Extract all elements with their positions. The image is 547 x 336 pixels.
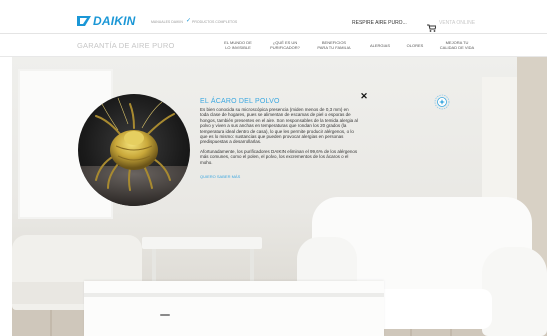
popup-body: Es bien conocida su microscópica presenc… <box>200 107 358 145</box>
top-bar: DAIKIN MANUALES DAIKIN ✓ PRODUCTOS COMPL… <box>0 0 547 34</box>
close-icon[interactable]: ✕ <box>360 92 368 101</box>
popup-title: EL ÁCARO DEL POLVO <box>200 98 280 105</box>
daikin-logo[interactable]: DAIKIN <box>77 15 136 27</box>
daikin-logo-mark-icon <box>77 16 91 26</box>
online-shop-link[interactable]: VENTA ONLINE <box>439 20 475 26</box>
products-link[interactable]: PRODUCTOS COMPLETOS <box>192 20 237 24</box>
nav-item-quality-of-life[interactable]: MEJORA TU CALIDAD DE VIDA <box>434 40 480 50</box>
learn-more-link[interactable]: QUIERO SABER MÁS <box>200 174 240 179</box>
breathe-link[interactable]: RESPIRE AIRE PURO... <box>352 20 407 26</box>
scene-table-leg <box>152 249 156 285</box>
main-nav: GARANTÍA DE AIRE PURO EL MUNDO DE LO INV… <box>0 34 547 57</box>
logo-text: DAIKIN <box>93 14 136 28</box>
scene-table-leg <box>250 249 254 285</box>
scene-coffee-table-edge <box>84 293 384 297</box>
nav-item-odors[interactable]: OLORES <box>403 43 427 48</box>
scene-armchair-arm-right <box>482 247 547 336</box>
nav-item-allergies[interactable]: ALERGIAS <box>366 43 394 48</box>
info-popup: EL ÁCARO DEL POLVO Es bien conocida su m… <box>200 97 358 183</box>
nav-item-invisible-world[interactable]: EL MUNDO DE LO INVISIBLE <box>219 40 257 50</box>
sparkle-hotspot-icon[interactable] <box>434 94 450 110</box>
nav-item-family-benefits[interactable]: BENEFICIOS PARA TU FAMILIA <box>311 40 357 50</box>
cart-icon[interactable] <box>427 19 437 32</box>
scene-back-table <box>142 237 262 249</box>
dust-mite-image <box>78 94 190 206</box>
nav-item-what-is-purifier[interactable]: ¿QUÉ ES UN PURIFICADOR? <box>265 40 305 50</box>
check-icon: ✓ <box>186 18 192 24</box>
manuals-link[interactable]: MANUALES DAIKIN <box>151 20 183 24</box>
scene-coffee-table <box>84 281 384 336</box>
popup-body-secondary: Afortunadamente, los purificadores DAIKI… <box>200 148 358 165</box>
scene-table-object <box>160 314 170 316</box>
page-title[interactable]: GARANTÍA DE AIRE PURO <box>77 41 175 50</box>
